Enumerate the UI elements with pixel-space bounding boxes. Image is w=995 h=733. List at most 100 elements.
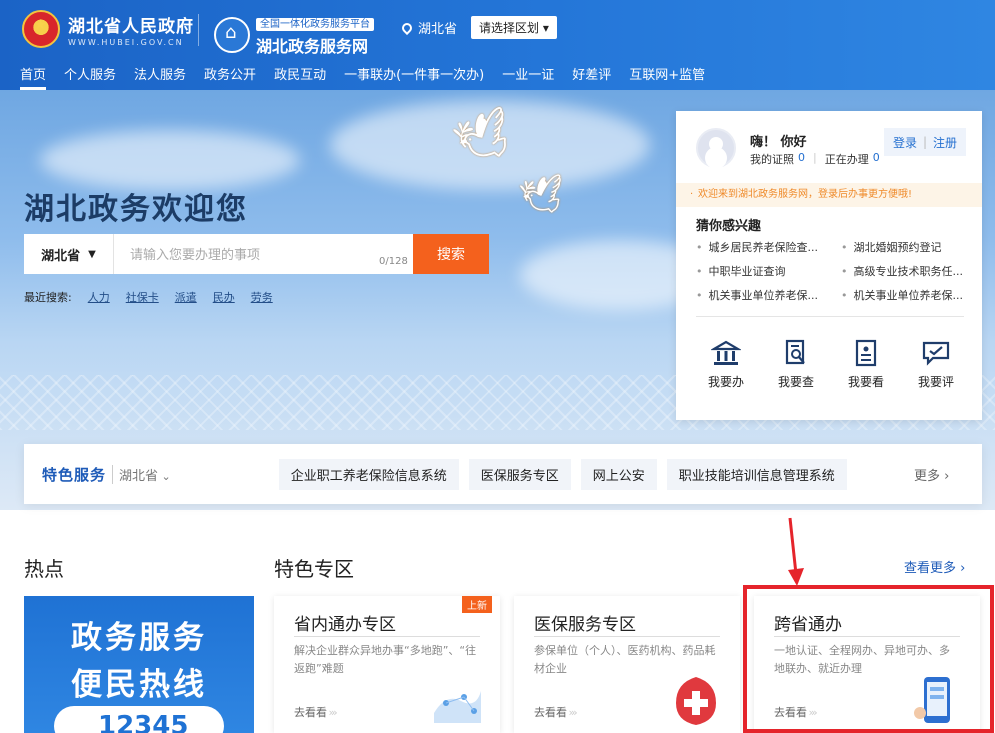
zone-section-title: 特色专区 bbox=[274, 557, 354, 581]
welcome-heading: 湖北政务欢迎您 bbox=[24, 192, 248, 227]
interest-item[interactable]: 机关事业单位养老保... bbox=[696, 287, 841, 303]
cloud-decoration bbox=[40, 130, 300, 190]
quick-actions: 我要办 我要查 我要看 我要评 bbox=[696, 339, 966, 390]
quick-action-query[interactable]: 我要查 bbox=[766, 339, 826, 390]
new-badge: 上新 bbox=[462, 596, 492, 613]
quick-action-handle[interactable]: 我要办 bbox=[696, 339, 756, 390]
annotation-arrow-icon bbox=[788, 517, 804, 586]
map-network-icon bbox=[434, 691, 481, 723]
nav-personal-service[interactable]: 个人服务 bbox=[64, 64, 116, 90]
hotline-banner[interactable]: 政务服务 便民热线 12345 bbox=[24, 596, 254, 733]
platform-tag: 全国一体化政务服务平台 bbox=[256, 18, 374, 31]
interest-item[interactable]: 高级专业技术职务任... bbox=[841, 263, 966, 279]
hotline-line-1: 政务服务 bbox=[71, 620, 207, 656]
interest-item[interactable]: 机关事业单位养老保... bbox=[841, 287, 966, 303]
nav-home[interactable]: 首页 bbox=[20, 64, 47, 90]
recent-search-link[interactable]: 劳务 bbox=[251, 289, 273, 305]
quick-action-label: 我要评 bbox=[917, 375, 954, 389]
nav-one-license[interactable]: 一业一证 bbox=[502, 64, 554, 90]
medical-cross-icon bbox=[676, 677, 716, 725]
login-button[interactable]: 登录 bbox=[893, 134, 917, 151]
feature-link[interactable]: 企业职工养老保险信息系统 bbox=[278, 458, 459, 490]
feature-service-bar: 特色服务 湖北省 企业职工养老保险信息系统 医保服务专区 网上公安 职业技能培训… bbox=[24, 444, 982, 504]
zone-card-intra-province[interactable]: 上新 省内通办专区 解决企业群众异地办事“多地跑”、“往返跑”难题 去看看 bbox=[274, 596, 500, 733]
interest-item[interactable]: 湖北婚姻预约登记 bbox=[841, 239, 966, 255]
processing-label[interactable]: 正在办理 bbox=[825, 151, 869, 167]
zone-go-link[interactable]: 去看看 bbox=[294, 704, 336, 720]
location-text: 湖北省 bbox=[418, 22, 458, 37]
search-doc-icon bbox=[785, 339, 805, 365]
interest-list: 城乡居民养老保险查... 湖北婚姻预约登记 中职毕业证查询 高级专业技术职务任.… bbox=[696, 239, 966, 303]
national-emblem-icon bbox=[22, 10, 60, 48]
zone-go-link[interactable]: 去看看 bbox=[774, 704, 816, 720]
feature-service-title: 特色服务 bbox=[42, 465, 107, 484]
recent-search-link[interactable]: 社保卡 bbox=[126, 289, 159, 305]
recent-search-link[interactable]: 人力 bbox=[88, 289, 110, 305]
hot-section-title: 热点 bbox=[24, 557, 64, 581]
gov-name: 湖北省人民政府 bbox=[68, 16, 194, 37]
greeting: 嗨！ 你好 bbox=[750, 135, 807, 150]
feature-link[interactable]: 医保服务专区 bbox=[468, 458, 571, 490]
feature-region-select[interactable]: 湖北省 bbox=[112, 464, 171, 484]
stats-divider: | bbox=[813, 151, 817, 164]
interest-item[interactable]: 城乡居民养老保险查... bbox=[696, 239, 841, 255]
quick-action-evaluate[interactable]: 我要评 bbox=[906, 339, 966, 390]
location-indicator: 湖北省 bbox=[399, 18, 458, 37]
processing-count[interactable]: 0 bbox=[873, 151, 880, 167]
nav-evaluation[interactable]: 好差评 bbox=[572, 64, 611, 90]
comment-icon bbox=[922, 341, 950, 366]
card-divider bbox=[696, 316, 964, 317]
quick-action-label: 我要看 bbox=[847, 375, 884, 389]
gov-logo[interactable]: 湖北省人民政府 WWW.HUBEI.GOV.CN bbox=[22, 10, 194, 48]
register-button[interactable]: 注册 bbox=[933, 134, 957, 151]
zone-divider bbox=[534, 636, 720, 637]
search-button[interactable]: 搜索 bbox=[413, 234, 489, 274]
feature-link[interactable]: 职业技能培训信息管理系统 bbox=[666, 458, 847, 490]
auth-divider: | bbox=[922, 135, 928, 149]
document-icon bbox=[855, 339, 877, 367]
nav-supervision[interactable]: 互联网+监管 bbox=[629, 64, 705, 90]
avatar[interactable] bbox=[696, 128, 736, 168]
search-scope-select[interactable]: 湖北省 ▼ bbox=[24, 234, 114, 274]
zone-go-link[interactable]: 去看看 bbox=[534, 704, 576, 720]
bank-icon bbox=[711, 340, 741, 365]
mobile-phone-icon bbox=[914, 677, 950, 723]
quick-action-label: 我要查 bbox=[777, 375, 814, 389]
zone-divider bbox=[774, 636, 960, 637]
zone-card-medical-insurance[interactable]: 医保服务专区 参保单位（个人）、医药机构、药品耗材企业 去看看 bbox=[514, 596, 740, 733]
auth-box: 登录 | 注册 bbox=[884, 128, 966, 156]
location-pin-icon bbox=[399, 20, 415, 35]
license-count[interactable]: 0 bbox=[798, 151, 805, 167]
nav-one-thing[interactable]: 一事联办(一件事一次办) bbox=[344, 64, 484, 90]
user-stats: 我的证照 0 | 正在办理 0 bbox=[750, 151, 880, 167]
header-divider bbox=[198, 14, 199, 46]
recent-search-link[interactable]: 派遣 bbox=[175, 289, 197, 305]
search-input[interactable] bbox=[114, 234, 413, 274]
hotline-line-2: 便民热线 bbox=[71, 667, 207, 703]
recent-searches-label: 最近搜索: bbox=[24, 291, 72, 304]
nav-gov-affairs[interactable]: 政务公开 bbox=[204, 64, 256, 90]
feature-more-link[interactable]: 更多 › bbox=[914, 465, 949, 484]
region-select-button[interactable]: 请选择区划 ▾ bbox=[471, 16, 557, 39]
hotline-number: 12345 bbox=[54, 706, 224, 733]
main-nav: 首页 个人服务 法人服务 政务公开 政民互动 一事联办(一件事一次办) 一业一证… bbox=[20, 64, 723, 90]
interest-item[interactable]: 中职毕业证查询 bbox=[696, 263, 841, 279]
feature-links: 企业职工养老保险信息系统 医保服务专区 网上公安 职业技能培训信息管理系统 bbox=[278, 458, 857, 490]
quick-action-label: 我要办 bbox=[707, 375, 744, 389]
zone-card-cross-province[interactable]: 跨省通办 一地认证、全程网办、异地可办、多地联办、就近办理 去看看 bbox=[754, 596, 980, 733]
view-more-link[interactable]: 查看更多 › bbox=[904, 557, 965, 576]
zone-title: 省内通办专区 bbox=[294, 615, 396, 635]
platform-name: 湖北政务服务网 bbox=[256, 37, 369, 56]
zone-title: 医保服务专区 bbox=[534, 615, 636, 635]
nav-interaction[interactable]: 政民互动 bbox=[274, 64, 326, 90]
recent-searches: 最近搜索: 人力 社保卡 派遣 民办 劳务 bbox=[24, 289, 273, 305]
feature-link[interactable]: 网上公安 bbox=[580, 458, 657, 490]
license-label[interactable]: 我的证照 bbox=[750, 151, 794, 167]
recent-search-link[interactable]: 民办 bbox=[213, 289, 235, 305]
nav-corporate-service[interactable]: 法人服务 bbox=[134, 64, 186, 90]
gov-domain: WWW.HUBEI.GOV.CN bbox=[68, 37, 184, 47]
interest-title: 猜你感兴趣 bbox=[696, 219, 762, 234]
search-char-counter: 0/128 bbox=[379, 256, 408, 267]
platform-logo[interactable]: 全国一体化政务服务平台 湖北政务服务网 bbox=[214, 12, 374, 57]
quick-action-view[interactable]: 我要看 bbox=[836, 339, 896, 390]
